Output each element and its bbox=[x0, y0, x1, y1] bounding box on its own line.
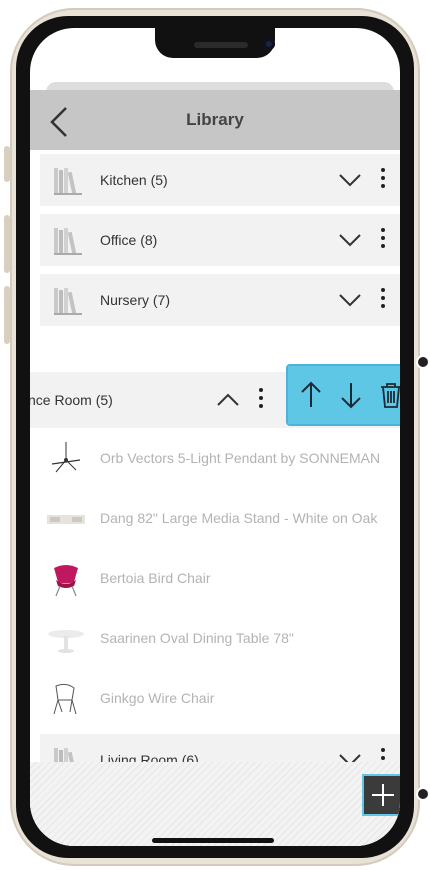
category-label: nce Room (5) bbox=[30, 392, 113, 408]
item-label: Ginkgo Wire Chair bbox=[100, 690, 215, 706]
trash-icon[interactable] bbox=[376, 380, 400, 410]
pendant-light-icon bbox=[51, 442, 81, 473]
nav-bar: Library bbox=[30, 90, 400, 150]
item-label: Bertoia Bird Chair bbox=[100, 570, 211, 586]
item-label: Orb Vectors 5-Light Pendant by SONNEMAN bbox=[100, 450, 381, 466]
library-item[interactable]: Saarinen Oval Dining Table 78" bbox=[30, 608, 400, 668]
move-up-icon[interactable] bbox=[296, 380, 326, 410]
category-label: Office (8) bbox=[100, 232, 158, 248]
callout-dot bbox=[418, 789, 428, 799]
chevron-down-icon[interactable] bbox=[338, 290, 362, 310]
library-item[interactable]: Dang 82" Large Media Stand - White on Oa… bbox=[30, 488, 400, 548]
media-stand-icon bbox=[47, 515, 85, 524]
more-options-icon[interactable] bbox=[378, 288, 388, 312]
side-button bbox=[4, 215, 10, 273]
home-indicator bbox=[152, 838, 274, 843]
row-action-bar bbox=[286, 364, 400, 426]
side-button bbox=[4, 146, 10, 182]
speaker bbox=[194, 42, 248, 48]
item-label: Dang 82" Large Media Stand - White on Oa… bbox=[100, 510, 378, 526]
screen: Library Kitchen (5) Office (8) Nursery (… bbox=[30, 28, 400, 846]
more-options-icon[interactable] bbox=[378, 228, 388, 252]
camera-icon bbox=[263, 38, 275, 50]
category-row-kitchen[interactable]: Kitchen (5) bbox=[40, 154, 400, 206]
wire-chair-icon bbox=[53, 683, 77, 715]
footer-area bbox=[30, 762, 400, 846]
chevron-down-icon[interactable] bbox=[338, 170, 362, 190]
item-label: Saarinen Oval Dining Table 78" bbox=[100, 630, 294, 646]
dining-table-icon bbox=[48, 630, 84, 653]
back-chevron-icon[interactable] bbox=[42, 104, 78, 140]
move-down-icon[interactable] bbox=[336, 380, 366, 410]
books-icon bbox=[54, 168, 82, 195]
category-row-office[interactable]: Office (8) bbox=[40, 214, 400, 266]
category-label: Kitchen (5) bbox=[100, 172, 168, 188]
callout-dot bbox=[418, 357, 428, 367]
chevron-down-icon[interactable] bbox=[338, 230, 362, 250]
bird-chair-icon bbox=[54, 565, 78, 597]
library-item[interactable]: Bertoia Bird Chair bbox=[30, 548, 400, 608]
more-options-icon[interactable] bbox=[256, 388, 266, 412]
library-sheet: Library Kitchen (5) Office (8) Nursery (… bbox=[30, 90, 400, 846]
more-options-icon[interactable] bbox=[378, 168, 388, 192]
page-title: Library bbox=[186, 110, 244, 129]
books-icon bbox=[54, 288, 82, 315]
chevron-up-icon[interactable] bbox=[216, 390, 240, 410]
books-icon bbox=[54, 228, 82, 255]
category-row-nursery[interactable]: Nursery (7) bbox=[40, 274, 400, 326]
side-button bbox=[4, 286, 10, 344]
library-item[interactable]: Ginkgo Wire Chair bbox=[30, 668, 400, 728]
library-item[interactable]: Orb Vectors 5-Light Pendant by SONNEMAN bbox=[30, 428, 400, 488]
category-label: Nursery (7) bbox=[100, 292, 171, 308]
plus-icon bbox=[372, 784, 394, 806]
add-button[interactable] bbox=[362, 774, 400, 816]
